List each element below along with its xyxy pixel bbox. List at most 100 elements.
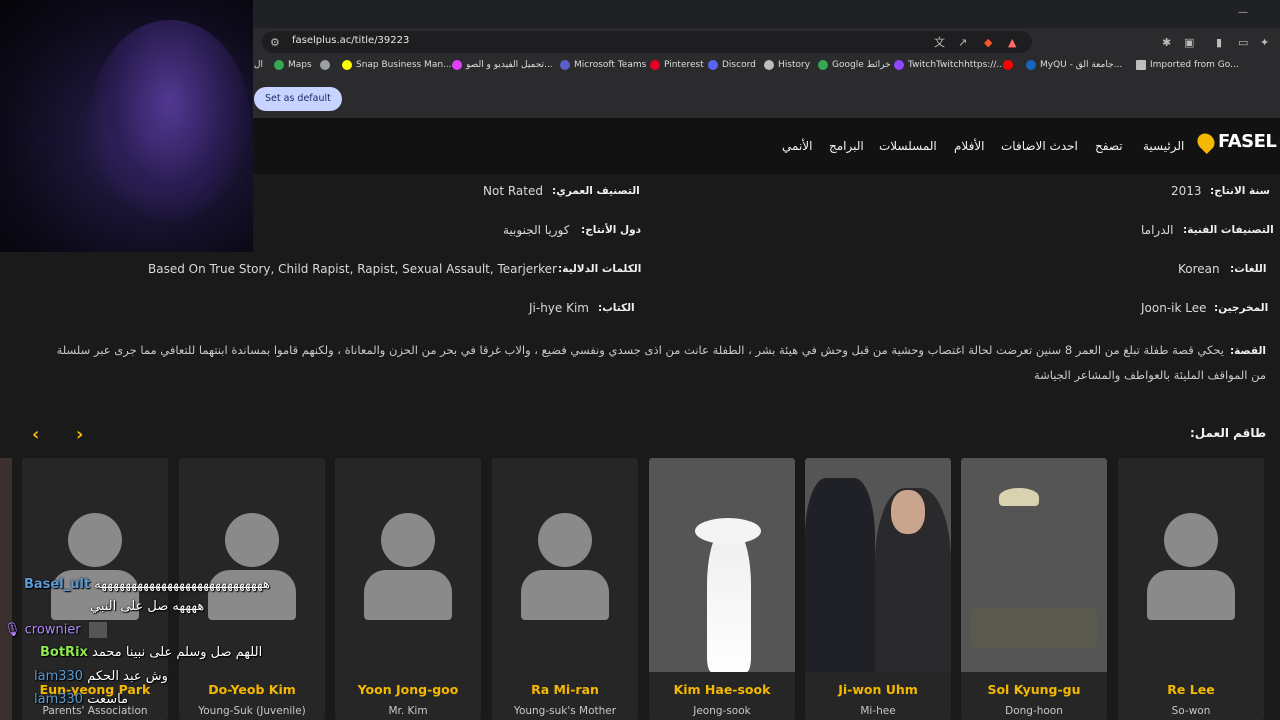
chat-text: وش عبد الحكم [87, 669, 168, 684]
chat-username: crownier [24, 622, 81, 638]
bookmark-discord[interactable]: Discord [708, 60, 756, 70]
map-pin-icon [274, 60, 284, 70]
cast-card[interactable]: Kim Hae-sook Jeong-sook [649, 458, 795, 720]
nav-shows[interactable]: البرامج [829, 139, 864, 153]
carousel-next-icon[interactable]: › [76, 424, 83, 445]
bookmark-google-maps[interactable]: Google خرائط [818, 60, 891, 70]
nav-home[interactable]: الرئيسية [1143, 139, 1184, 153]
genres-value[interactable]: الدراما [1141, 223, 1174, 237]
bookmark-pinterest[interactable]: Pinterest [650, 60, 704, 70]
nav-anime[interactable]: الأنمي [782, 139, 812, 153]
avatar-placeholder-icon [335, 458, 481, 672]
logo-pin-icon [1193, 129, 1219, 154]
language-label: اللغات: [1230, 263, 1267, 275]
chat-message: BotRix اللهم صل وسلم على نبينا محمد [40, 645, 262, 660]
cast-role: Jeong-sook [693, 705, 751, 717]
bookmark-history[interactable]: History [764, 60, 810, 70]
bookmark-globe[interactable] [320, 60, 330, 70]
cast-card[interactable]: Yoon Jong-goo Mr. Kim [335, 458, 481, 720]
site-navbar [253, 118, 1280, 174]
screenshot-icon[interactable]: ▣ [1184, 36, 1194, 50]
url-text[interactable]: faselplus.ac/title/39223 [292, 35, 409, 46]
writers-value[interactable]: Ji-hye Kim [529, 301, 589, 315]
writers-label: الكتاب: [598, 302, 635, 314]
emote-icon [88, 622, 107, 638]
nav-movies[interactable]: الأفلام [954, 139, 985, 153]
cast-card-partial[interactable] [0, 458, 12, 720]
keywords-label: الكلمات الدلالية: [558, 263, 642, 275]
sidebar-icon[interactable]: ▮ [1216, 36, 1222, 50]
bookmark-folder-imported[interactable]: Imported from Go... [1136, 60, 1239, 70]
site-info-icon[interactable]: ⚙ [270, 36, 280, 50]
discord-icon [708, 60, 718, 70]
cast-photo [805, 458, 951, 672]
language-value: Korean [1178, 262, 1220, 276]
cast-name[interactable]: Re Lee [1118, 682, 1264, 697]
mic-icon: 🎙 [4, 622, 21, 638]
rating-value: Not Rated [483, 184, 543, 198]
chat-message: lam330 ماسعت [34, 692, 128, 707]
brave-shield-icon[interactable]: ◆ [984, 36, 992, 50]
cast-name[interactable]: Ji-won Uhm [805, 682, 951, 697]
cast-photo [961, 458, 1107, 672]
set-as-default-button[interactable]: Set as default [254, 87, 342, 111]
rating-label: التصنيف العمري: [552, 185, 640, 197]
chat-text: اللهم صل وسلم على نبينا محمد [92, 645, 263, 660]
nav-browse[interactable]: تصفح [1095, 139, 1123, 153]
bookmark-teams[interactable]: Microsoft Teams [560, 60, 646, 70]
rewards-icon[interactable]: ▲ [1008, 36, 1016, 50]
year-label: سنة الانتاج: [1210, 185, 1270, 197]
cast-card[interactable]: Re Lee So-won [1118, 458, 1264, 720]
bookmark-item[interactable]: ال [254, 60, 263, 70]
directors-value[interactable]: Joon-ik Lee [1141, 301, 1207, 315]
nav-series[interactable]: المسلسلات [879, 139, 937, 153]
countries-label: دول الأنتاج: [581, 224, 642, 236]
extensions-icon[interactable]: ✱ [1162, 36, 1171, 50]
google-maps-icon [818, 60, 828, 70]
cast-card[interactable]: Ji-won Uhm Mi-hee [805, 458, 951, 720]
site-logo[interactable]: FASEL+ [1193, 129, 1280, 154]
story-label: القصة: [1229, 345, 1266, 357]
webcam-overlay [0, 0, 253, 252]
story-paragraph: القصة:يحكي قصة طفلة تبلغ من العمر 8 سنين… [40, 338, 1266, 387]
cast-heading: طاقم العمل: [1190, 426, 1267, 440]
bookmark-myqu[interactable]: MyQU - جامعة الق... [1026, 60, 1122, 70]
chat-message: lam330 وش عبد الحكم [34, 669, 168, 684]
carousel-prev-icon[interactable]: ‹ [32, 424, 39, 445]
chat-username: lam330 [34, 692, 84, 707]
avatar-placeholder-icon [22, 458, 168, 672]
directors-label: المخرجين: [1214, 302, 1269, 314]
leo-ai-icon[interactable]: ✦ [1260, 36, 1269, 50]
cast-role: Young-Suk (Juvenile) [198, 705, 306, 717]
keywords-value[interactable]: Based On True Story, Child Rapist, Rapis… [148, 262, 557, 276]
countries-value[interactable]: كوريا الجنوبية [503, 223, 569, 237]
twitch-icon [894, 60, 904, 70]
cast-role: Dong-hoon [1005, 705, 1063, 717]
bookmark-youtube[interactable] [1003, 60, 1013, 70]
cast-card[interactable]: Ra Mi-ran Young-suk's Mother [492, 458, 638, 720]
cast-photo [649, 458, 795, 672]
story-text: يحكي قصة طفلة تبلغ من العمر 8 سنين تعرضت… [56, 343, 1266, 382]
share-icon[interactable]: ↗ [958, 36, 967, 50]
cast-name[interactable]: Yoon Jong-goo [335, 682, 481, 697]
nav-latest[interactable]: احدث الاضافات [1001, 139, 1078, 153]
minimize-icon[interactable]: — [1238, 6, 1248, 20]
cast-card[interactable]: Sol Kyung-gu Dong-hoon [961, 458, 1107, 720]
wallet-icon[interactable]: ▭ [1238, 36, 1248, 50]
cast-name[interactable]: Kim Hae-sook [649, 682, 795, 697]
screen: ⚙ faselplus.ac/title/39223 文 ↗ ◆ ▲ ✱ ▣ ▮… [0, 0, 1280, 720]
bookmark-snap[interactable]: Snap Business Man... [342, 60, 452, 70]
cast-name[interactable]: Do-Yeob Kim [179, 682, 325, 697]
cast-role: Mi-hee [860, 705, 896, 717]
chat-username: BotRix [40, 645, 88, 660]
chat-message: ههههه صل على النبي [90, 599, 204, 614]
bookmark-maps[interactable]: Maps [274, 60, 312, 70]
cast-role: Young-suk's Mother [513, 705, 617, 717]
university-icon [1026, 60, 1036, 70]
bookmark-downloader[interactable]: تحميل الفيديو و الصو... [452, 60, 553, 70]
chat-username: lam330 [34, 669, 84, 684]
cast-name[interactable]: Ra Mi-ran [492, 682, 638, 697]
translate-icon[interactable]: 文 [934, 36, 945, 50]
cast-name[interactable]: Sol Kyung-gu [961, 682, 1107, 697]
bookmark-twitch[interactable]: TwitchTwitchhttps://... [894, 60, 1005, 70]
